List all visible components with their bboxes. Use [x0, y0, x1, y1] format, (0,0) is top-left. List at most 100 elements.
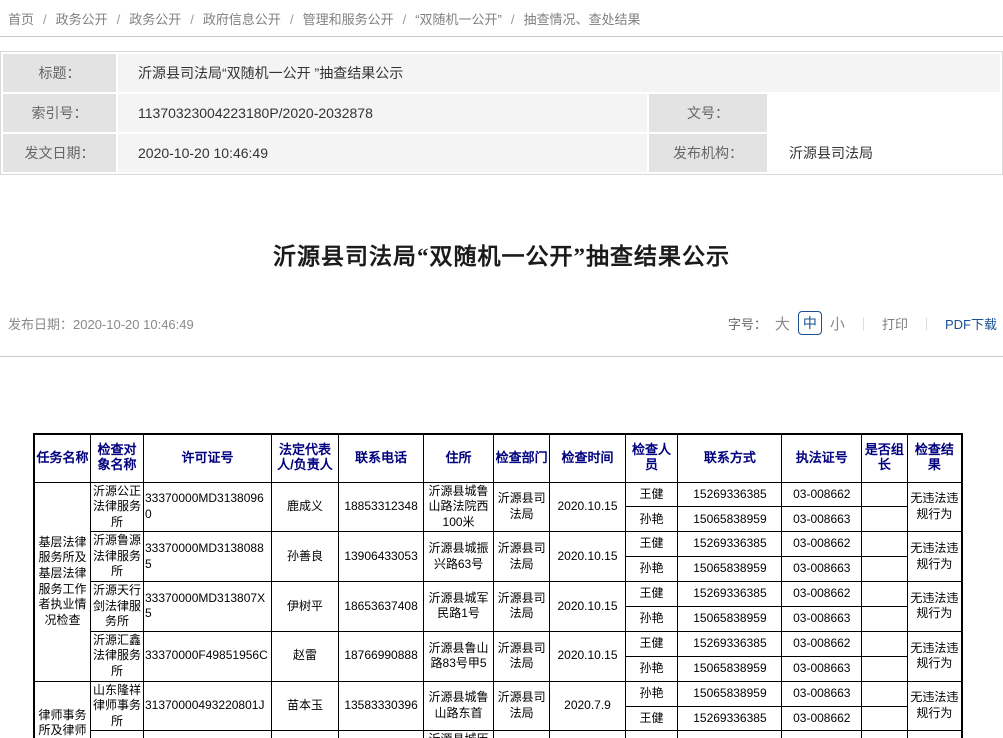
page-title: 沂源县司法局“双随机一公开”抽查结果公示: [0, 237, 1003, 271]
contact-phone-cell: 18653637408: [338, 582, 423, 632]
object-name-cell: 山东民意律师事务所: [91, 731, 144, 738]
print-button[interactable]: 打印: [882, 314, 908, 333]
enforcement-badge-cell: 03-008662: [782, 706, 862, 731]
table-row: 律师事务所及律师执业情况检查山东隆祥律师事务所31370000493220801…: [34, 681, 962, 706]
meta-issuer-label: 发布机构：: [649, 134, 767, 172]
inspector-contact-cell: 15269336385: [678, 706, 782, 731]
article-tools: 字号： 大 中 小 ｜ 打印 ｜ PDF下载: [728, 311, 997, 335]
enforcement-badge-cell: 03-008662: [782, 482, 862, 507]
inspector-name-cell: 孙艳: [625, 507, 678, 532]
breadcrumb-link[interactable]: 首页: [8, 12, 34, 27]
legal-rep-cell: 赵雷: [272, 631, 339, 681]
inspector-contact-cell: 15065838959: [678, 507, 782, 532]
inspector-contact-cell: 15269336385: [678, 532, 782, 557]
enforcement-badge-cell: 03-008662: [782, 582, 862, 607]
breadcrumb-link[interactable]: 抽查情况、查处结果: [524, 12, 641, 27]
contact-phone-cell: 13583330396: [338, 681, 423, 731]
breadcrumb: 首页/政务公开/政务公开/政府信息公开/管理和服务公开/“双随机一公开”/抽查情…: [0, 0, 1003, 37]
address-cell: 沂源县城鲁山路东首: [424, 681, 494, 731]
breadcrumb-link[interactable]: 政务公开: [56, 12, 108, 27]
inspector-contact-cell: 15065838959: [678, 681, 782, 706]
result-cell: 无违法违规行为: [907, 482, 962, 532]
inspector-name-cell: 王健: [625, 582, 678, 607]
breadcrumb-separator: /: [43, 12, 47, 27]
enforcement-badge-cell: 03-008663: [782, 681, 862, 706]
font-size-medium-button[interactable]: 中: [798, 311, 822, 335]
is-leader-cell: [862, 656, 907, 681]
contact-phone-cell: 13573350446: [338, 731, 423, 738]
column-header: 许可证号: [143, 434, 271, 482]
table-row: 沂源天行剑法律服务所33370000MD313807X5伊树平186536374…: [34, 582, 962, 607]
enforcement-badge-cell: 03-008663: [782, 731, 862, 738]
inspector-contact-cell: 15269336385: [678, 482, 782, 507]
column-header: 检查结果: [907, 434, 962, 482]
meta-row-index: 索引号： 11370323004223180P/2020-2032878 文号：: [3, 94, 1000, 132]
column-header: 执法证号: [782, 434, 862, 482]
pdf-download-button[interactable]: PDF下载: [945, 314, 997, 333]
publish-date-value: 2020-10-20 10:46:49: [73, 317, 194, 332]
legal-rep-cell: 宋志民: [272, 731, 339, 738]
column-header: 检查部门: [493, 434, 550, 482]
inspect-date-cell: 2020.10.15: [550, 582, 625, 632]
font-size-small-button[interactable]: 小: [830, 313, 845, 334]
result-cell: 无违法违规行为: [907, 731, 962, 738]
inspector-name-cell: 孙艳: [625, 606, 678, 631]
meta-issuer-value: 沂源县司法局: [769, 134, 1000, 172]
column-header: 检查对象名称: [91, 434, 144, 482]
publish-toolbar: 发布日期：2020-10-20 10:46:49 字号： 大 中 小 ｜ 打印 …: [8, 311, 997, 335]
inspect-date-cell: 2020.10.15: [550, 631, 625, 681]
inspect-department-cell: 沂源县司法局: [493, 731, 550, 738]
meta-row-title: 标题： 沂源县司法局“双随机一公开 ”抽查结果公示: [3, 54, 1000, 92]
column-header: 检查人员: [625, 434, 678, 482]
is-leader-cell: [862, 731, 907, 738]
font-size-large-button[interactable]: 大: [775, 313, 790, 334]
legal-rep-cell: 孙善良: [272, 532, 339, 582]
breadcrumb-separator: /: [511, 12, 515, 27]
enforcement-badge-cell: 03-008662: [782, 631, 862, 656]
task-name-cell: 基层法律服务所及基层法律服务工作者执业情况检查: [34, 482, 91, 681]
inspection-results-table: 任务名称检查对象名称许可证号法定代表人/负责人联系电话住所检查部门检查时间检查人…: [33, 433, 963, 738]
inspector-contact-cell: 15065838959: [678, 656, 782, 681]
meta-row-date: 发文日期： 2020-10-20 10:46:49 发布机构： 沂源县司法局: [3, 134, 1000, 172]
breadcrumb-separator: /: [290, 12, 294, 27]
meta-issue-date-value: 2020-10-20 10:46:49: [118, 134, 647, 172]
inspect-department-cell: 沂源县司法局: [493, 482, 550, 532]
is-leader-cell: [862, 606, 907, 631]
object-name-cell: 沂源汇鑫法律服务所: [91, 631, 144, 681]
inspector-name-cell: 王健: [625, 482, 678, 507]
breadcrumb-separator: /: [403, 12, 407, 27]
breadcrumb-link[interactable]: 政务公开: [129, 12, 181, 27]
enforcement-badge-cell: 03-008663: [782, 507, 862, 532]
is-leader-cell: [862, 482, 907, 507]
inspector-name-cell: 王健: [625, 532, 678, 557]
breadcrumb-link[interactable]: 管理和服务公开: [303, 12, 394, 27]
inspector-name-cell: 孙艳: [625, 656, 678, 681]
inspector-contact-cell: 15065838959: [678, 557, 782, 582]
results-table-header-row: 任务名称检查对象名称许可证号法定代表人/负责人联系电话住所检查部门检查时间检查人…: [34, 434, 962, 482]
breadcrumb-link[interactable]: 政府信息公开: [203, 12, 281, 27]
license-number-cell: 33370000MD31380960: [143, 482, 271, 532]
table-row: 基层法律服务所及基层法律服务工作者执业情况检查沂源公正法律服务所33370000…: [34, 482, 962, 507]
is-leader-cell: [862, 631, 907, 656]
divider: [0, 356, 1003, 357]
legal-rep-cell: 苗本玉: [272, 681, 339, 731]
column-header: 是否组长: [862, 434, 907, 482]
document-meta-table: 标题： 沂源县司法局“双随机一公开 ”抽查结果公示 索引号： 113703230…: [0, 51, 1003, 175]
inspect-department-cell: 沂源县司法局: [493, 532, 550, 582]
inspect-date-cell: 2020.7.9: [550, 681, 625, 731]
breadcrumb-link[interactable]: “双随机一公开”: [415, 12, 502, 27]
inspector-contact-cell: 15269336385: [678, 631, 782, 656]
table-row: 山东民意律师事务所31370000493219923R宋志民1357335044…: [34, 731, 962, 738]
license-number-cell: 33370000MD31380885: [143, 532, 271, 582]
contact-phone-cell: 18766990888: [338, 631, 423, 681]
inspector-contact-cell: 15269336385: [678, 582, 782, 607]
contact-phone-cell: 18853312348: [338, 482, 423, 532]
is-leader-cell: [862, 706, 907, 731]
address-cell: 沂源县城振兴路63号: [424, 532, 494, 582]
is-leader-cell: [862, 532, 907, 557]
meta-issue-date-label: 发文日期：: [3, 134, 116, 172]
inspector-name-cell: 孙艳: [625, 557, 678, 582]
meta-doc-no-label: 文号：: [649, 94, 767, 132]
column-header: 检查时间: [550, 434, 625, 482]
column-header: 联系电话: [338, 434, 423, 482]
